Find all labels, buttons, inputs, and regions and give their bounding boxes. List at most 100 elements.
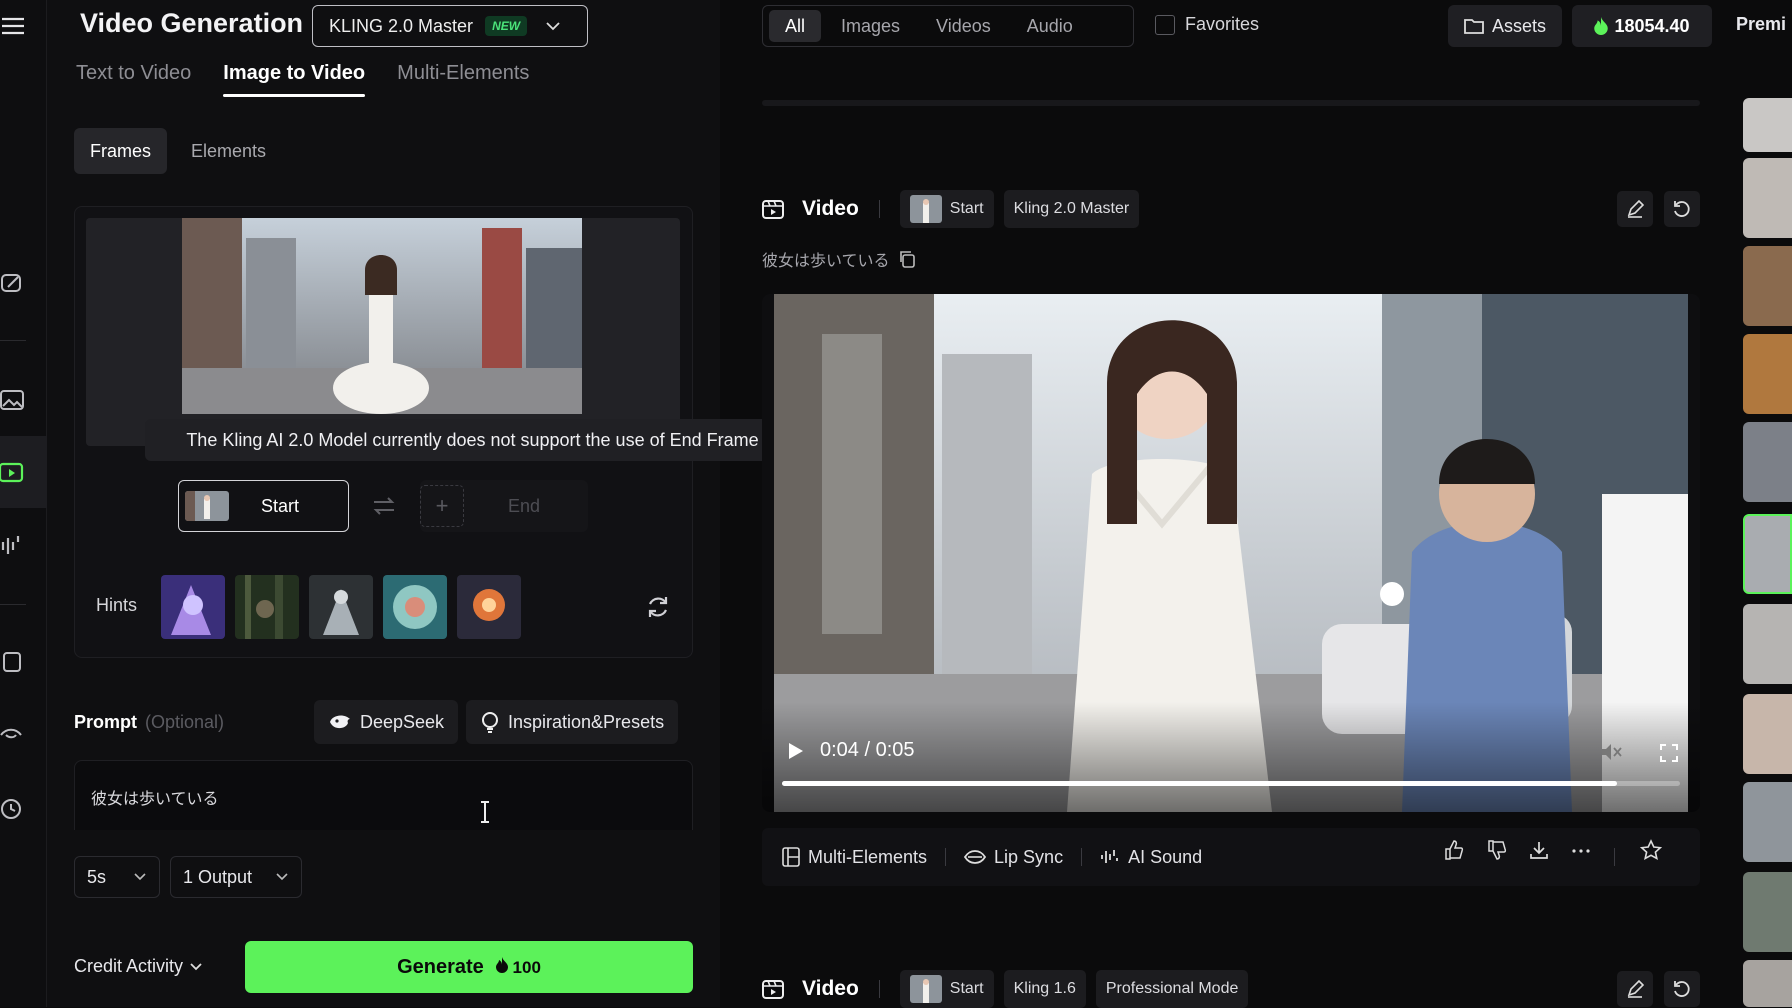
hint-thumb[interactable] <box>383 575 447 639</box>
tab-multi-elements[interactable]: Multi-Elements <box>397 62 529 85</box>
star-icon[interactable] <box>1640 839 1662 861</box>
hint-thumb[interactable] <box>235 575 299 639</box>
model-name: KLING 2.0 Master <box>329 15 474 36</box>
history-thumb[interactable] <box>1743 98 1792 152</box>
lip-sync-action[interactable]: Lip Sync <box>964 847 1063 868</box>
hint-thumb[interactable] <box>309 575 373 639</box>
more-icon[interactable] <box>1572 848 1590 854</box>
prompt-label-text: Prompt <box>74 712 137 732</box>
regenerate-icon[interactable] <box>1664 191 1700 227</box>
tab-text-to-video[interactable]: Text to Video <box>76 62 191 85</box>
history-thumb[interactable] <box>1743 334 1792 414</box>
video-icon[interactable] <box>0 436 47 508</box>
filter-videos[interactable]: Videos <box>920 10 1007 42</box>
history-thumb[interactable] <box>1743 604 1792 684</box>
history-thumb[interactable] <box>1743 246 1792 326</box>
regenerate-icon[interactable] <box>1664 971 1700 1007</box>
image-icon[interactable] <box>0 380 47 420</box>
swap-icon[interactable] <box>372 496 396 516</box>
divider <box>762 100 1700 106</box>
history-thumb[interactable] <box>1743 872 1792 952</box>
play-icon[interactable] <box>788 742 804 760</box>
result-label-2: Video <box>802 977 859 1000</box>
hint-thumb[interactable] <box>161 575 225 639</box>
start-chip[interactable]: Start <box>899 190 994 228</box>
thumbs-up-icon[interactable] <box>1444 840 1464 860</box>
audio-icon[interactable] <box>0 525 47 565</box>
end-frame-button: + End <box>420 480 588 532</box>
ai-sound-label: AI Sound <box>1128 846 1203 867</box>
assets-button[interactable]: Assets <box>1448 5 1562 47</box>
separator <box>945 848 947 866</box>
deepseek-button[interactable]: DeepSeek <box>314 700 459 744</box>
magic-icon[interactable] <box>0 262 47 302</box>
edit-icon[interactable] <box>1617 191 1653 227</box>
left-rail <box>0 0 47 1007</box>
outputs-value: 1 Output <box>183 866 253 887</box>
credit-activity-menu[interactable]: Credit Activity <box>74 956 203 977</box>
video-icon <box>762 980 784 999</box>
end-label: End <box>508 495 541 516</box>
result-actions: Multi-Elements Lip Sync AI Sound <box>762 828 1700 886</box>
flame-icon <box>1594 17 1609 35</box>
duration-select[interactable]: 5s <box>74 856 160 898</box>
filter-images[interactable]: Images <box>825 10 916 42</box>
lips-icon <box>964 850 987 864</box>
video-progress-bar[interactable] <box>782 781 1680 786</box>
history-icon[interactable] <box>0 789 47 829</box>
mute-icon[interactable] <box>1600 742 1622 762</box>
prompt-input[interactable]: 彼女は歩いている <box>74 760 693 830</box>
eye-icon[interactable] <box>0 715 47 755</box>
start-label: Start <box>261 495 300 516</box>
start-frame-button[interactable]: Start <box>178 480 349 532</box>
multi-elements-action[interactable]: Multi-Elements <box>782 847 927 868</box>
thumbs-down-icon[interactable] <box>1487 840 1507 860</box>
hint-thumb[interactable] <box>457 575 521 639</box>
chevron-down-icon <box>276 873 288 881</box>
history-thumb[interactable] <box>1743 960 1792 1007</box>
inspiration-button[interactable]: Inspiration&Presets <box>466 700 679 744</box>
hints-label: Hints <box>96 595 138 615</box>
history-thumb[interactable] <box>1743 694 1792 774</box>
video-icon <box>762 200 784 219</box>
deepseek-label: DeepSeek <box>360 711 445 732</box>
history-thumb[interactable] <box>1743 158 1792 238</box>
copy-icon[interactable] <box>898 250 916 268</box>
download-icon[interactable] <box>1529 840 1549 860</box>
tab-elements[interactable]: Elements <box>175 128 282 174</box>
separator <box>1614 848 1615 866</box>
start-frame-preview[interactable] <box>86 218 680 446</box>
filter-audio[interactable]: Audio <box>1011 10 1089 42</box>
new-badge: NEW <box>485 16 528 36</box>
menu-icon[interactable] <box>0 6 47 46</box>
start-frame-thumb <box>185 491 229 521</box>
history-thumb[interactable] <box>1743 422 1792 502</box>
layers-icon[interactable] <box>0 642 47 682</box>
start-chip-label: Start <box>949 200 984 217</box>
sub-tabs: Frames Elements <box>74 128 282 174</box>
tab-image-to-video[interactable]: Image to Video <box>223 62 365 97</box>
duration-value: 5s <box>87 866 107 887</box>
fullscreen-icon[interactable] <box>1660 744 1678 762</box>
whale-icon <box>330 715 350 729</box>
filter-all[interactable]: All <box>769 10 822 42</box>
refresh-icon[interactable] <box>645 594 671 620</box>
edit-icon[interactable] <box>1617 971 1653 1007</box>
result-prompt-text: 彼女は歩いている <box>762 253 890 270</box>
start-chip-2[interactable]: Start <box>899 970 994 1008</box>
outputs-select[interactable]: 1 Output <box>170 856 302 898</box>
ai-sound-action[interactable]: AI Sound <box>1100 847 1202 868</box>
prompt-header: Prompt (Optional) DeepSeek Inspiration&Pr… <box>74 700 693 746</box>
history-thumb[interactable] <box>1743 782 1792 862</box>
history-thumb-selected[interactable] <box>1743 514 1792 594</box>
mode-tabs: Text to Video Image to Video Multi-Eleme… <box>76 62 529 97</box>
text-cursor-icon <box>481 801 489 823</box>
favorites-toggle[interactable]: Favorites <box>1155 14 1259 35</box>
tab-frames[interactable]: Frames <box>74 128 168 174</box>
generate-button[interactable]: Generate 100 <box>245 941 693 993</box>
credits-balance[interactable]: 18054.40 <box>1572 5 1712 47</box>
favorites-checkbox[interactable] <box>1155 14 1175 35</box>
video-player[interactable]: 0:04 / 0:05 <box>762 294 1700 812</box>
model-select[interactable]: KLING 2.0 Master NEW <box>312 5 588 47</box>
flame-icon <box>495 956 508 973</box>
